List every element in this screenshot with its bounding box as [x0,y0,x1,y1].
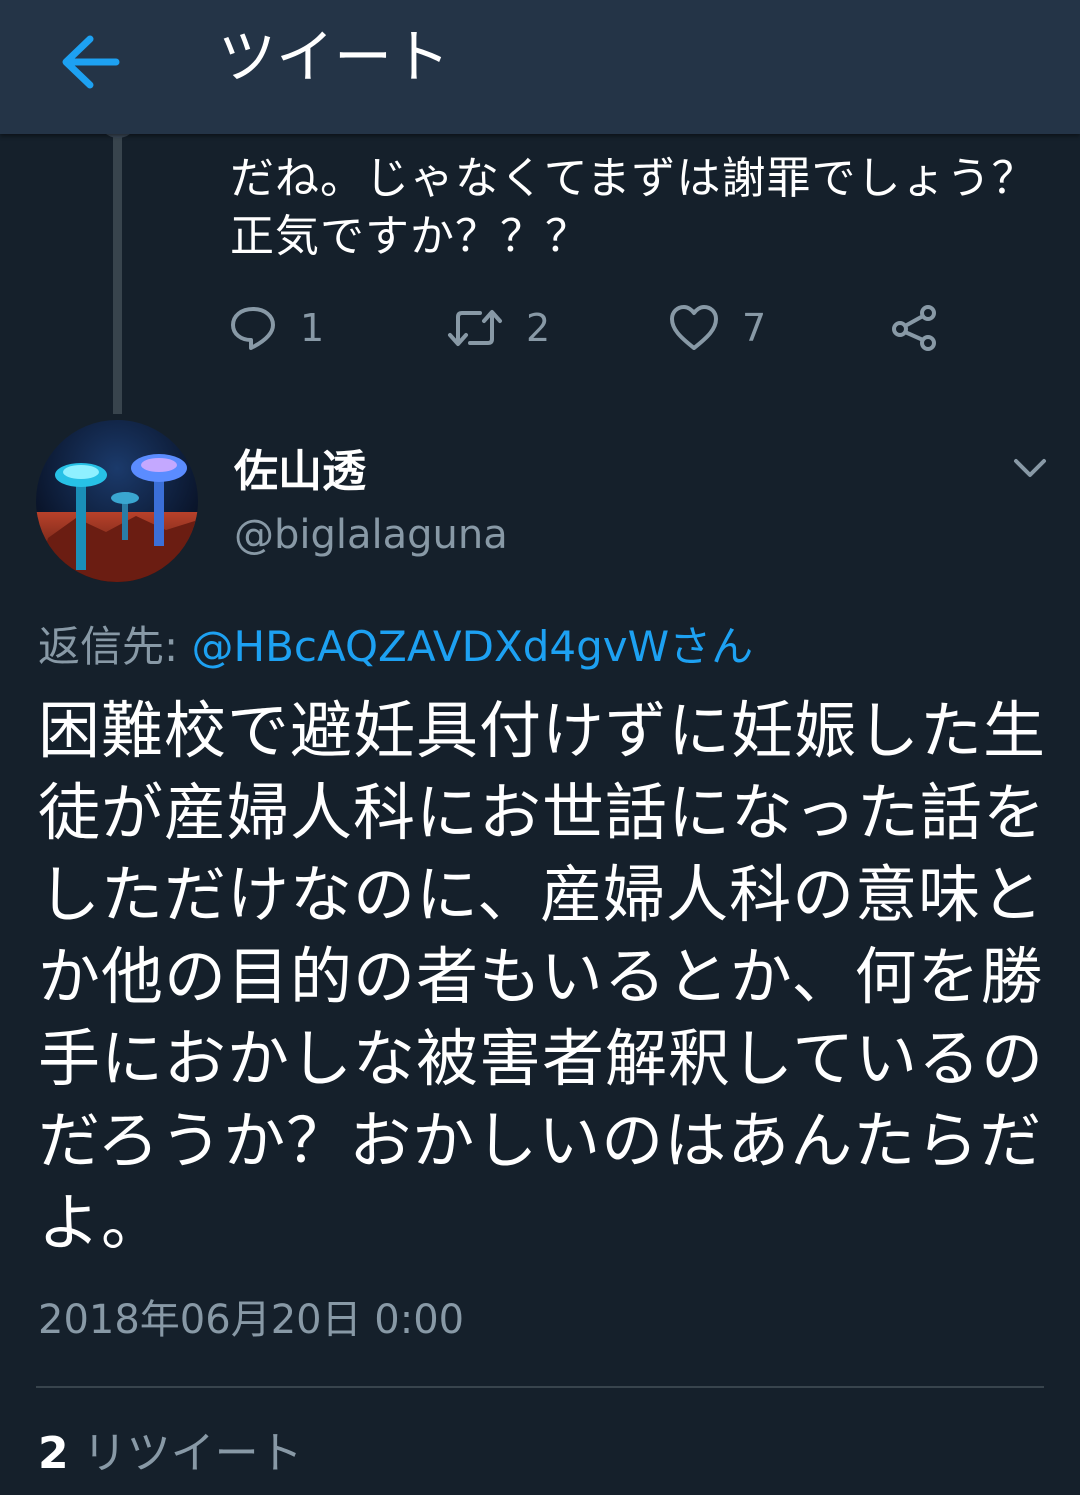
reply-button[interactable]: 1 [228,298,324,358]
back-arrow-icon[interactable] [50,22,130,102]
reply-count: 1 [300,306,325,350]
previous-tweet-text: だね。じゃなくてまずは謝罪でしょう？正気ですか？？？ [230,153,1037,262]
retweets-label: リツイート [82,1428,303,1479]
like-count: 7 [742,306,767,350]
retweet-button[interactable]: 2 [446,298,550,358]
heart-icon [670,305,718,350]
top-app-bar: ツイート [0,0,1080,134]
user-handle[interactable]: @biglalaguna [234,508,508,562]
reply-icon [231,307,275,350]
tweet-text: 困難校で避妊具付けずに妊娠した生徒が産婦人科にお世話になった話をしただけなのに、… [38,694,1047,1259]
reply-to-label: 返信先: [38,622,179,671]
retweet-count: 2 [526,306,551,350]
share-button[interactable] [888,298,940,358]
share-icon [892,305,936,351]
reply-to-mention-link[interactable]: @HBcAQZAVDXd4gvWさん [192,622,754,671]
retweet-icon [448,310,502,346]
reply-to-line: 返信先: @HBcAQZAVDXd4gvWさん [38,618,753,676]
page-title: ツイート [218,23,451,91]
thread-connector-line [113,134,122,414]
avatar[interactable] [36,420,198,582]
tweet-timestamp: 2018年06月20日 0:00 [38,1297,465,1343]
retweets-link[interactable]: 2 リツイート [38,1422,303,1486]
divider [36,1386,1044,1388]
like-button[interactable]: 7 [668,298,766,358]
chevron-down-icon[interactable] [1010,448,1050,488]
previous-tweet-actions: 1 2 7 [228,298,968,358]
retweets-count: 2 [38,1428,69,1479]
display-name[interactable]: 佐山透 [234,444,366,500]
